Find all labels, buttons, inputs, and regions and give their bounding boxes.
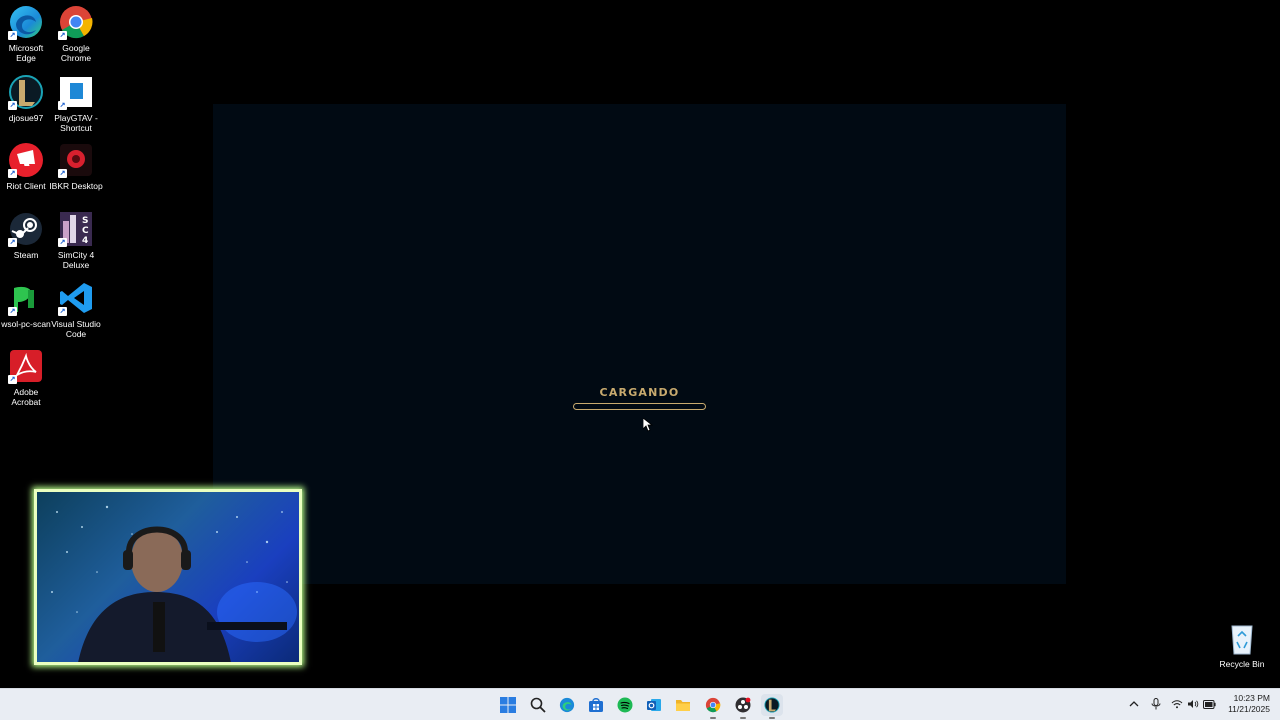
taskbar-store-button[interactable] xyxy=(585,694,607,716)
clock-date: 11/21/2025 xyxy=(1228,704,1270,714)
riot-icon: ↗ xyxy=(8,142,44,178)
svg-text:4: 4 xyxy=(82,236,88,246)
desktop-icon-riot-client[interactable]: ↗ Riot Client xyxy=(0,142,52,191)
file-explorer-icon xyxy=(676,700,690,711)
desktop-icon-ibkr-desktop[interactable]: ↗ IBKR Desktop xyxy=(49,142,103,191)
spotify-icon xyxy=(617,697,633,713)
battery-tray-button[interactable] xyxy=(1202,697,1216,711)
desktop[interactable]: ↗ Microsoft Edge ↗ Google Chrome ↗ djosu… xyxy=(0,0,1280,688)
taskbar-obs-button[interactable] xyxy=(732,694,754,719)
chrome-icon: ↗ xyxy=(58,4,94,40)
league-icon: ↗ xyxy=(8,74,44,110)
start-button[interactable] xyxy=(497,694,519,716)
taskbar-league-button[interactable] xyxy=(761,694,783,719)
steam-icon: ↗ xyxy=(8,211,44,247)
shortcut-arrow-icon: ↗ xyxy=(58,238,67,247)
microphone-icon xyxy=(1151,698,1161,710)
shortcut-arrow-icon: ↗ xyxy=(8,31,17,40)
edge-icon: ↗ xyxy=(8,4,44,40)
desktop-icon-google-chrome[interactable]: ↗ Google Chrome xyxy=(50,4,102,63)
loading-progress-bar xyxy=(573,403,706,410)
pc-scan-icon: ↗ xyxy=(8,280,44,316)
volume-icon xyxy=(1188,700,1199,708)
battery-icon xyxy=(1202,699,1216,709)
svg-text:S: S xyxy=(82,216,88,226)
desktop-icon-label: Recycle Bin xyxy=(1219,659,1265,669)
simcity-icon: SC4 ↗ xyxy=(58,211,94,247)
shortcut-arrow-icon: ↗ xyxy=(8,101,17,110)
shortcut-arrow-icon: ↗ xyxy=(8,307,17,316)
taskbar-outlook-button[interactable] xyxy=(643,694,665,716)
taskbar-chrome-button[interactable] xyxy=(702,694,724,719)
game-loading-window[interactable]: CARGANDO xyxy=(213,104,1066,584)
shortcut-arrow-icon: ↗ xyxy=(8,375,17,384)
desktop-icon-steam[interactable]: ↗ Steam xyxy=(0,211,52,260)
desktop-icon-label: IBKR Desktop xyxy=(49,181,103,191)
clock-time: 10:23 PM xyxy=(1233,693,1270,703)
shortcut-arrow-icon: ↗ xyxy=(58,169,67,178)
gtav-icon: ↗ xyxy=(58,74,94,110)
desktop-icon-playgtav[interactable]: ↗ PlayGTAV - Shortcut xyxy=(50,74,102,133)
desktop-icon-wsol-pc-scan[interactable]: ↗ wsol-pc-scan xyxy=(0,280,52,329)
desktop-icon-recycle-bin[interactable]: Recycle Bin xyxy=(1217,622,1267,669)
desktop-icon-simcity-4-deluxe[interactable]: SC4 ↗ SimCity 4 Deluxe xyxy=(50,211,102,270)
ibkr-icon: ↗ xyxy=(58,142,94,178)
league-icon xyxy=(764,697,780,713)
shortcut-arrow-icon: ↗ xyxy=(8,238,17,247)
outlook-icon xyxy=(647,699,661,711)
search-button[interactable] xyxy=(527,694,549,716)
show-hidden-icons-button[interactable] xyxy=(1127,697,1141,711)
shortcut-arrow-icon: ↗ xyxy=(58,307,67,316)
taskbar: 10:23 PM 11/21/2025 xyxy=(0,688,1280,720)
webcam-feed-image xyxy=(51,505,297,662)
shortcut-arrow-icon: ↗ xyxy=(8,169,17,178)
recycle-bin-icon xyxy=(1231,625,1253,655)
desktop-icon-label: Google Chrome xyxy=(60,43,92,63)
mouse-cursor-icon xyxy=(643,418,653,432)
obs-icon xyxy=(735,697,751,713)
volume-tray-button[interactable] xyxy=(1186,697,1200,711)
network-tray-button[interactable] xyxy=(1170,697,1184,711)
desktop-icon-visual-studio-code[interactable]: ↗ Visual Studio Code xyxy=(50,280,102,339)
webcam-overlay xyxy=(34,489,302,665)
search-icon xyxy=(530,697,546,713)
loading-label: CARGANDO xyxy=(599,386,680,399)
desktop-icon-djosue97[interactable]: ↗ djosue97 xyxy=(0,74,52,123)
desktop-icon-label: Adobe Acrobat xyxy=(11,387,41,407)
vscode-icon: ↗ xyxy=(58,280,94,316)
wifi-icon xyxy=(1171,700,1183,709)
acrobat-icon: ↗ xyxy=(8,348,44,384)
taskbar-clock[interactable]: 10:23 PM 11/21/2025 xyxy=(1228,693,1270,715)
taskbar-spotify-button[interactable] xyxy=(614,694,636,716)
taskbar-file-explorer-button[interactable] xyxy=(672,694,694,716)
store-icon xyxy=(589,698,603,712)
chevron-up-icon xyxy=(1129,701,1139,707)
desktop-icon-label: SimCity 4 Deluxe xyxy=(57,250,95,270)
chrome-icon xyxy=(705,697,721,713)
desktop-icon-adobe-acrobat[interactable]: ↗ Adobe Acrobat xyxy=(0,348,52,407)
desktop-icon-label: PlayGTAV - Shortcut xyxy=(54,113,98,133)
desktop-icon-microsoft-edge[interactable]: ↗ Microsoft Edge xyxy=(0,4,52,63)
svg-text:C: C xyxy=(82,226,89,236)
shortcut-arrow-icon: ↗ xyxy=(58,31,67,40)
windows-start-icon xyxy=(500,697,516,713)
edge-icon xyxy=(559,697,575,713)
taskbar-edge-button[interactable] xyxy=(556,694,578,716)
microphone-tray-button[interactable] xyxy=(1149,697,1163,711)
desktop-icon-label: Visual Studio Code xyxy=(51,319,101,339)
shortcut-arrow-icon: ↗ xyxy=(58,101,67,110)
